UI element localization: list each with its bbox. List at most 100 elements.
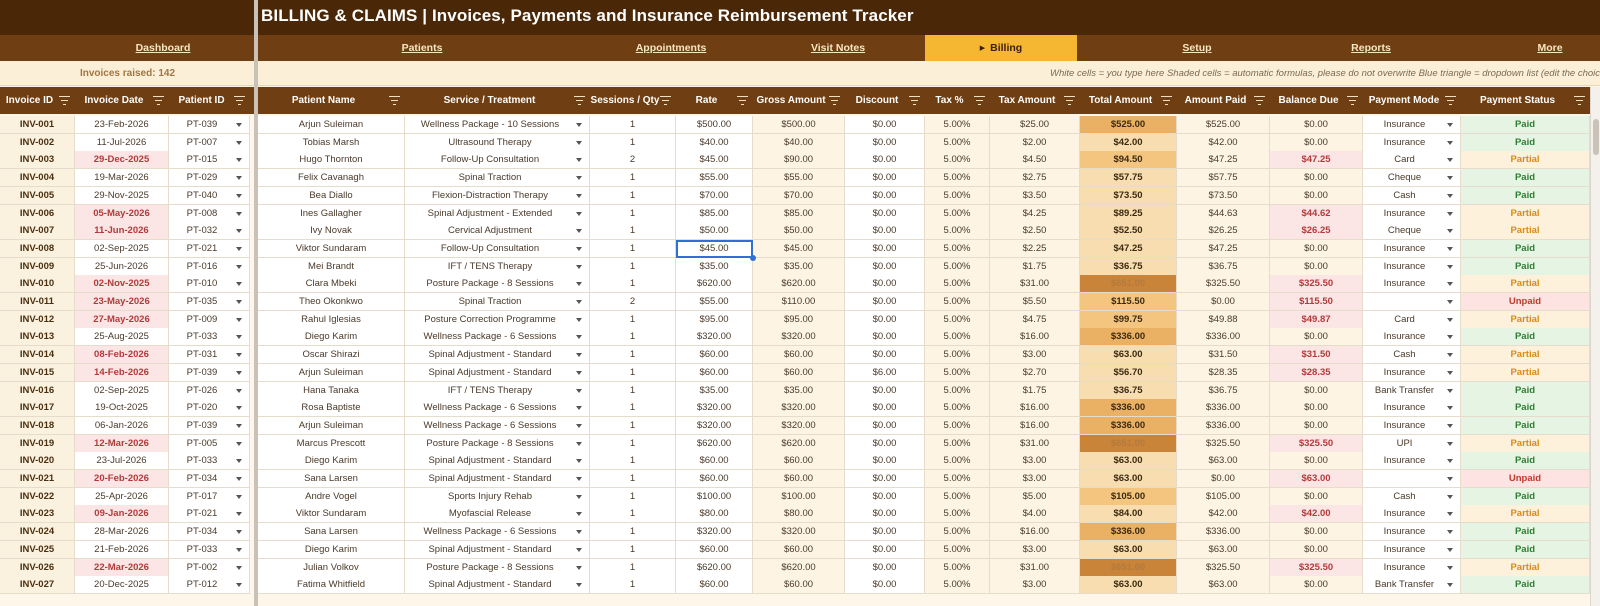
cell-discount[interactable]: $0.00 <box>845 222 925 241</box>
cell-rate[interactable]: $80.00 <box>676 505 753 524</box>
cell-service-treatment[interactable]: Wellness Package - 6 Sessions <box>405 328 590 347</box>
cell-discount[interactable]: $0.00 <box>845 558 925 577</box>
cell-total-amount[interactable]: $651.00 <box>1080 558 1177 577</box>
nav-tab-more[interactable]: More <box>1500 35 1600 61</box>
cell-payment-status[interactable]: Paid <box>1461 416 1590 435</box>
cell-total-amount[interactable]: $115.50 <box>1080 293 1177 311</box>
cell-total-amount[interactable]: $36.75 <box>1080 381 1177 400</box>
cell-balance-due[interactable]: $47.25 <box>1270 151 1363 170</box>
cell-balance-due[interactable]: $42.00 <box>1270 505 1363 524</box>
cell-sessions-qty[interactable]: 1 <box>590 399 676 418</box>
cell-invoice-date[interactable]: 23-Feb-2026 <box>75 116 169 134</box>
cell-invoice-id[interactable]: INV-002 <box>0 133 75 152</box>
cell-tax[interactable]: 5.00% <box>925 257 990 276</box>
cell-payment-mode[interactable]: Insurance <box>1363 257 1461 276</box>
cell-gross-amount[interactable]: $320.00 <box>753 328 845 347</box>
cell-gross-amount[interactable]: $60.00 <box>753 363 845 382</box>
cell-payment-status[interactable]: Paid <box>1461 133 1590 152</box>
cell-amount-paid[interactable]: $57.75 <box>1177 169 1270 188</box>
cell-patient-name[interactable]: Sana Larsen <box>258 470 405 488</box>
cell-payment-mode[interactable]: Insurance <box>1363 505 1461 524</box>
nav-tab-visit-notes[interactable]: Visit Notes <box>779 35 897 61</box>
cell-payment-status[interactable]: Unpaid <box>1461 470 1590 488</box>
cell-payment-mode[interactable]: Cheque <box>1363 169 1461 188</box>
cell-payment-mode[interactable]: Insurance <box>1363 328 1461 347</box>
cell-patient-name[interactable]: Arjun Suleiman <box>258 363 405 382</box>
cell-patient-id[interactable]: PT-005 <box>169 434 250 453</box>
cell-tax[interactable]: 5.00% <box>925 116 990 134</box>
cell-invoice-date[interactable]: 29-Nov-2025 <box>75 186 169 205</box>
cell-invoice-date[interactable]: 02-Nov-2025 <box>75 275 169 294</box>
cell-gross-amount[interactable]: $60.00 <box>753 470 845 488</box>
cell-amount-paid[interactable]: $525.00 <box>1177 116 1270 134</box>
cell-amount-paid[interactable]: $325.50 <box>1177 434 1270 453</box>
cell-invoice-date[interactable]: 02-Sep-2025 <box>75 381 169 400</box>
cell-patient-id[interactable]: PT-026 <box>169 381 250 400</box>
cell-tax-amount[interactable]: $2.50 <box>990 222 1080 241</box>
cell-sessions-qty[interactable]: 1 <box>590 470 676 488</box>
cell-tax-amount[interactable]: $4.25 <box>990 204 1080 223</box>
cell-rate[interactable]: $620.00 <box>676 558 753 577</box>
cell-payment-status[interactable]: Partial <box>1461 558 1590 577</box>
cell-service-treatment[interactable]: Follow-Up Consultation <box>405 239 590 258</box>
cell-service-treatment[interactable]: Spinal Adjustment - Standard <box>405 346 590 365</box>
cell-service-treatment[interactable]: Myofascial Release <box>405 505 590 524</box>
cell-invoice-date[interactable]: 23-May-2026 <box>75 293 169 311</box>
cell-total-amount[interactable]: $63.00 <box>1080 346 1177 365</box>
cell-tax-amount[interactable]: $16.00 <box>990 328 1080 347</box>
cell-patient-id[interactable]: PT-034 <box>169 523 250 542</box>
cell-rate[interactable]: $60.00 <box>676 346 753 365</box>
cell-balance-due[interactable]: $44.62 <box>1270 204 1363 223</box>
cell-patient-id[interactable]: PT-021 <box>169 505 250 524</box>
cell-patient-id[interactable]: PT-039 <box>169 116 250 134</box>
cell-patient-name[interactable]: Arjun Suleiman <box>258 416 405 435</box>
cell-invoice-date[interactable]: 20-Dec-2025 <box>75 576 169 595</box>
cell-payment-status[interactable]: Partial <box>1461 363 1590 382</box>
cell-amount-paid[interactable]: $336.00 <box>1177 328 1270 347</box>
cell-balance-due[interactable]: $0.00 <box>1270 186 1363 205</box>
cell-patient-name[interactable]: Ivy Novak <box>258 222 405 241</box>
cell-patient-id[interactable]: PT-033 <box>169 540 250 559</box>
cell-rate[interactable]: $100.00 <box>676 487 753 506</box>
cell-total-amount[interactable]: $57.75 <box>1080 169 1177 188</box>
cell-payment-mode[interactable] <box>1363 470 1461 488</box>
cell-balance-due[interactable]: $0.00 <box>1270 540 1363 559</box>
cell-tax[interactable]: 5.00% <box>925 204 990 223</box>
cell-balance-due[interactable]: $325.50 <box>1270 558 1363 577</box>
cell-patient-id[interactable]: PT-040 <box>169 186 250 205</box>
cell-total-amount[interactable]: $36.75 <box>1080 257 1177 276</box>
cell-patient-name[interactable]: Diego Karim <box>258 540 405 559</box>
cell-discount[interactable]: $0.00 <box>845 257 925 276</box>
cell-total-amount[interactable]: $336.00 <box>1080 328 1177 347</box>
cell-tax[interactable]: 5.00% <box>925 169 990 188</box>
cell-rate[interactable]: $60.00 <box>676 540 753 559</box>
scrollbar-thumb[interactable] <box>1593 119 1599 155</box>
cell-gross-amount[interactable]: $500.00 <box>753 116 845 134</box>
cell-invoice-id[interactable]: INV-004 <box>0 169 75 188</box>
nav-tab-billing[interactable]: ▶ Billing <box>925 35 1077 61</box>
filter-icon[interactable] <box>1445 96 1456 106</box>
cell-invoice-date[interactable]: 11-Jun-2026 <box>75 222 169 241</box>
cell-payment-mode[interactable]: Cash <box>1363 487 1461 506</box>
filter-icon[interactable] <box>1347 96 1358 106</box>
column-header-payment-status[interactable]: Payment Status <box>1461 87 1590 114</box>
cell-amount-paid[interactable]: $325.50 <box>1177 558 1270 577</box>
cell-patient-id[interactable]: PT-021 <box>169 239 250 258</box>
cell-sessions-qty[interactable]: 1 <box>590 116 676 134</box>
cell-sessions-qty[interactable]: 1 <box>590 363 676 382</box>
cell-rate[interactable]: $320.00 <box>676 416 753 435</box>
cell-rate[interactable]: $55.00 <box>676 293 753 311</box>
column-header-invoice-date[interactable]: Invoice Date <box>75 87 169 114</box>
cell-payment-status[interactable]: Paid <box>1461 381 1590 400</box>
cell-tax-amount[interactable]: $4.50 <box>990 151 1080 170</box>
cell-balance-due[interactable]: $0.00 <box>1270 452 1363 471</box>
cell-patient-name[interactable]: Julian Volkov <box>258 558 405 577</box>
cell-patient-id[interactable]: PT-039 <box>169 416 250 435</box>
cell-invoice-id[interactable]: INV-018 <box>0 416 75 435</box>
cell-gross-amount[interactable]: $45.00 <box>753 239 845 258</box>
cell-service-treatment[interactable]: Spinal Adjustment - Standard <box>405 576 590 595</box>
cell-tax-amount[interactable]: $4.75 <box>990 310 1080 329</box>
cell-sessions-qty[interactable]: 1 <box>590 523 676 542</box>
cell-total-amount[interactable]: $336.00 <box>1080 523 1177 542</box>
cell-discount[interactable]: $0.00 <box>845 204 925 223</box>
